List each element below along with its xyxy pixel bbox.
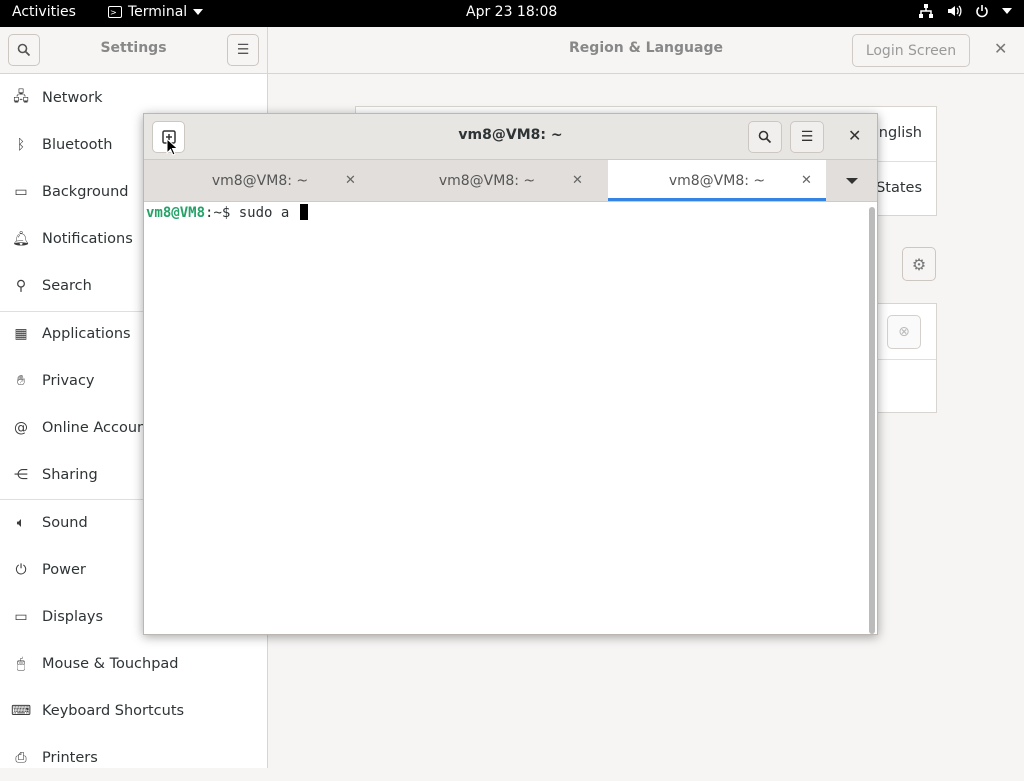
sidebar-item-mouse-touchpad[interactable]: 🖱︎ Mouse & Touchpad (0, 640, 267, 687)
menu-button[interactable]: ☰ (227, 34, 259, 66)
power-icon (976, 5, 988, 18)
clock[interactable]: Apr 23 18:08 (466, 4, 557, 20)
hand-icon: ✋︎ (17, 372, 25, 389)
login-screen-button[interactable]: Login Screen (852, 34, 970, 67)
tab-list-button[interactable] (826, 160, 877, 201)
terminal-tab-active[interactable]: vm8@VM8: ~ ✕ (608, 160, 826, 201)
remove-input-button[interactable]: ⊗ (887, 315, 921, 349)
sidebar-item-label: Printers (42, 749, 98, 766)
system-tray[interactable] (918, 3, 1012, 19)
tab-close-icon[interactable]: ✕ (801, 173, 812, 188)
terminal-tab[interactable]: vm8@VM8: ~ ✕ (144, 160, 376, 201)
terminal-output[interactable]: vm8@VM8:~$ sudo a (144, 202, 877, 634)
sidebar-item-label: Keyboard Shortcuts (42, 702, 185, 719)
sidebar-item-label: Notifications (42, 230, 133, 247)
gear-icon: ⚙ (911, 254, 927, 274)
activities-button[interactable]: Activities (12, 4, 76, 20)
chevron-down-icon (845, 177, 858, 184)
display-icon: ▭ (14, 608, 28, 625)
tab-close-icon[interactable]: ✕ (345, 173, 356, 188)
sidebar-item-label: Search (42, 277, 92, 294)
hamburger-icon: ☰ (236, 42, 250, 58)
active-tab-indicator (608, 198, 826, 201)
grid-icon: ▦ (14, 325, 28, 342)
mouse-icon: 🖱︎ (16, 655, 26, 672)
sidebar-item-label: Sound (42, 514, 88, 531)
input-options-button[interactable]: ⚙ (902, 247, 936, 281)
app-menu[interactable]: > Terminal (108, 4, 204, 20)
at-icon: @ (14, 419, 28, 436)
sidebar-item-label: Network (42, 89, 103, 106)
sidebar-item-printers[interactable]: ⎙ Printers (0, 734, 267, 781)
chevron-down-icon (1002, 8, 1012, 14)
app-menu-label: Terminal (128, 4, 188, 20)
network-wired-icon (919, 4, 933, 18)
sidebar-item-label: Mouse & Touchpad (42, 655, 179, 672)
printer-icon: ⎙ (15, 749, 27, 766)
remove-icon: ⊗ (898, 324, 910, 340)
hamburger-icon: ☰ (800, 129, 814, 145)
sidebar-item-label: Applications (42, 325, 131, 342)
terminal-tabbar: vm8@VM8: ~ ✕ vm8@VM8: ~ ✕ vm8@VM8: ~ ✕ (144, 160, 877, 202)
sidebar-item-label: Power (42, 561, 86, 578)
chevron-down-icon (193, 9, 204, 15)
volume-icon (948, 5, 962, 17)
formats-value: States (876, 180, 922, 196)
sidebar-item-label: Privacy (42, 372, 95, 389)
keyboard-icon: ⌨ (10, 702, 32, 719)
close-icon[interactable]: ✕ (848, 126, 861, 145)
terminal-scrollbar[interactable] (869, 207, 875, 634)
sidebar-item-label: Bluetooth (42, 136, 113, 153)
command-text: sudo a (238, 205, 290, 221)
speaker-icon: 🔈︎ (16, 514, 26, 531)
sidebar-item-keyboard-shortcuts[interactable]: ⌨ Keyboard Shortcuts (0, 687, 267, 734)
search-icon (758, 130, 772, 144)
settings-headerbar: Settings ☰ (0, 27, 268, 74)
mouse-pointer-icon (166, 138, 178, 156)
network-icon: 🖧 (13, 88, 29, 105)
sidebar-item-label: Online Accounts (42, 419, 160, 436)
terminal-icon: > (108, 6, 122, 18)
sidebar-item-label: Displays (42, 608, 104, 625)
sidebar-item-label: Background (42, 183, 129, 200)
top-bar: Activities > Terminal Apr 23 18:08 (0, 0, 1024, 27)
panel-headerbar: Region & Language Login Screen ✕ (268, 27, 1024, 74)
text-cursor (299, 204, 308, 220)
share-icon: ⋲ (14, 466, 28, 483)
background-icon: ▭ (14, 183, 28, 200)
terminal-window: vm8@VM8: ~ ☰ ✕ vm8@VM8: ~ ✕ vm8@VM8: ~ ✕… (143, 113, 878, 635)
power-plug-icon: ⏻ (15, 561, 27, 578)
terminal-tab[interactable]: vm8@VM8: ~ ✕ (376, 160, 608, 201)
search-icon: ⚲ (15, 277, 27, 294)
prompt-path: :~$ (205, 205, 239, 221)
tab-label: vm8@VM8: ~ (668, 172, 766, 189)
bell-icon: 🔔︎ (12, 230, 30, 247)
prompt-line: vm8@VM8:~$ sudo a (146, 204, 308, 221)
terminal-headerbar: vm8@VM8: ~ ☰ ✕ (144, 114, 877, 160)
tab-close-icon[interactable]: ✕ (572, 173, 583, 188)
terminal-search-button[interactable] (748, 121, 782, 153)
prompt-user: vm8@VM8 (146, 205, 206, 221)
tab-label: vm8@VM8: ~ (438, 172, 536, 189)
tab-label: vm8@VM8: ~ (211, 172, 309, 189)
sidebar-item-label: Sharing (42, 466, 98, 483)
bluetooth-icon: ᛒ (16, 136, 26, 153)
close-icon[interactable]: ✕ (994, 39, 1007, 58)
terminal-menu-button[interactable]: ☰ (790, 121, 824, 153)
